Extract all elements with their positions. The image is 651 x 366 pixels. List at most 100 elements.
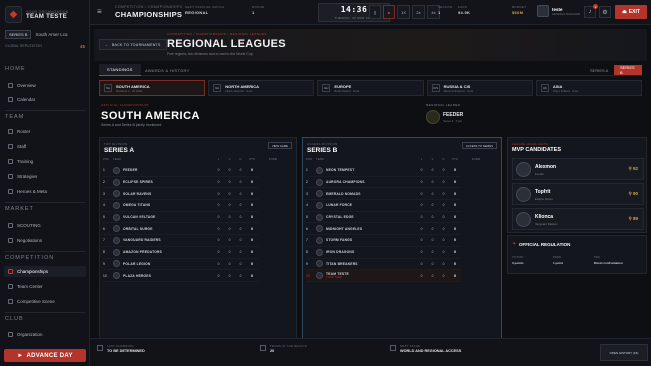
player-avatar bbox=[516, 162, 531, 177]
speed-2x-button[interactable]: 2x bbox=[412, 5, 425, 19]
table-row[interactable]: 3 SOLAR RAVENS 0 0 0 0 bbox=[103, 188, 258, 201]
losses: 0 bbox=[442, 226, 445, 231]
spotlight-title: SOUTH AMERICA bbox=[101, 110, 200, 122]
region-russia-cis[interactable]: CIS RUSSIA & CIS Moscow Express · 9 pts bbox=[426, 80, 533, 96]
table-row[interactable]: 4 OMEGA TITANS 0 0 0 0 bbox=[103, 200, 258, 212]
table-row[interactable]: 2 AURORA CHAMPIONS 0 0 0 0 bbox=[306, 177, 461, 189]
team-logo-icon bbox=[316, 213, 323, 221]
nav-overview[interactable]: Overview bbox=[4, 80, 86, 91]
team-name: MIDNIGHT ANGELES bbox=[326, 226, 363, 231]
tab-standings[interactable]: STANDINGS bbox=[99, 64, 141, 76]
team-position: 6 bbox=[103, 226, 105, 231]
bell-icon: ♪ bbox=[588, 9, 592, 15]
table-row[interactable]: 1 NEON TEMPEST 0 0 0 0 bbox=[306, 165, 461, 177]
view-game-button[interactable]: VIEW GAME bbox=[267, 142, 292, 149]
back-button[interactable]: ← BACK TO TOURNAMENTS bbox=[99, 39, 167, 50]
table-row[interactable]: 10 PLAZA HEROES 0 0 0 0 bbox=[103, 270, 258, 282]
table-row[interactable]: 8 IRON DRAGONS 0 0 0 0 bbox=[306, 247, 461, 259]
table-row[interactable]: 6 MIDNIGHT ANGELES 0 0 0 0 bbox=[306, 223, 461, 236]
table-row[interactable]: 3 EMERALD NOMADS 0 0 0 0 bbox=[306, 188, 461, 201]
table-row[interactable]: 5 VULCAN VELTAGE 0 0 0 0 bbox=[103, 212, 258, 224]
nav-training[interactable]: Training bbox=[4, 156, 86, 167]
access-series-button[interactable]: ACCESS TO SERIES bbox=[461, 142, 497, 149]
advance-label: ADVANCE DAY bbox=[26, 352, 73, 359]
team-name: LUNAR FORCE bbox=[326, 203, 353, 208]
exit-button[interactable]: ⏏ EXIT bbox=[615, 5, 647, 19]
nav-calendar[interactable]: Calendar bbox=[4, 94, 86, 105]
team-logo-icon bbox=[113, 201, 120, 209]
stat-label: ROUND bbox=[252, 5, 265, 9]
wins: 0 bbox=[228, 180, 231, 185]
table-row[interactable]: 7 STORM FANGS 0 0 0 0 bbox=[306, 235, 461, 247]
nav-label: Staff bbox=[17, 144, 27, 149]
pause-button[interactable]: ∥ bbox=[369, 5, 381, 19]
user-card[interactable]: teste GENERAL MANAGER bbox=[537, 5, 580, 17]
tab-bar: STANDINGS AWARDS & HISTORY SERIES A SERI… bbox=[99, 64, 642, 76]
gear-icon: ⚙ bbox=[602, 9, 608, 16]
nav-roster[interactable]: Roster bbox=[4, 126, 86, 137]
team-logo-icon bbox=[113, 178, 120, 186]
region-south-america[interactable]: SA SOUTH AMERICA Divisions 2 · 20 clubs bbox=[99, 80, 206, 96]
settings-button[interactable]: ⚙ bbox=[599, 6, 611, 18]
losses: 0 bbox=[442, 168, 445, 173]
points: 0 bbox=[454, 203, 456, 208]
nav-staff[interactable]: Staff bbox=[4, 141, 86, 152]
mvp-candidate[interactable]: Alexmon Feeder ⚲ 92 bbox=[512, 158, 644, 180]
open-history-button[interactable]: OPEN HISTORY (15) bbox=[600, 344, 648, 361]
budget-stat: BUDGET $60M bbox=[512, 5, 526, 15]
tab-series-b[interactable]: SERIES B bbox=[614, 65, 642, 75]
nav-competitive-scene[interactable]: Competitive Scene bbox=[4, 296, 86, 307]
region-europe[interactable]: EU EUROPE Berlin Desert · 9 pts bbox=[317, 80, 424, 96]
nav-negotiations[interactable]: Negotiations bbox=[4, 235, 86, 246]
mvp-candidate[interactable]: Topfrit Eclipse Spires ⚲ 90 bbox=[512, 183, 644, 205]
team-logo-icon bbox=[113, 260, 120, 268]
table-row[interactable]: 7 VANGUARD RAIDERS 0 0 0 0 bbox=[103, 235, 258, 247]
tab-series-a[interactable]: SERIES A bbox=[584, 65, 614, 75]
mvp-candidate[interactable]: Klionca Vanguard Raiders ⚲ 89 bbox=[512, 208, 644, 230]
played: 0 bbox=[420, 273, 423, 278]
nav-organization[interactable]: Organization bbox=[4, 329, 86, 340]
notifications-button[interactable]: ♪ 1 bbox=[584, 4, 598, 18]
nav-strategies[interactable]: Strategies bbox=[4, 171, 86, 182]
played: 0 bbox=[420, 203, 423, 208]
series-row: SERIES B South Amer Lca bbox=[5, 30, 67, 39]
points: 0 bbox=[454, 226, 456, 231]
points: 0 bbox=[454, 238, 456, 243]
table-row[interactable]: 10 TEAM TESTE YOUR TEAM 0 0 0 0 bbox=[306, 270, 461, 282]
speed-1x-button[interactable]: 1X bbox=[397, 5, 410, 19]
losses: 0 bbox=[442, 203, 445, 208]
candidate-rating: ⚲ 89 bbox=[628, 216, 638, 221]
region-north-america[interactable]: NA NORTH AMERICA Liberty Esports · 9 pts bbox=[208, 80, 315, 96]
table-row[interactable]: 6 ORBITAL SURGE 0 0 0 0 bbox=[103, 223, 258, 236]
nav-scouting[interactable]: SCOUTING bbox=[4, 220, 86, 231]
team-name: SOLAR RAVENS bbox=[123, 191, 152, 196]
team-position: 5 bbox=[103, 215, 105, 220]
play-button[interactable]: ■ bbox=[383, 5, 395, 19]
region-asia[interactable]: AS ASIA Tokyo Drifters · 9 pts bbox=[535, 80, 643, 96]
advance-day-button[interactable]: ► ADVANCE DAY bbox=[4, 349, 86, 362]
wins: 0 bbox=[431, 203, 434, 208]
table-row[interactable]: 4 LUNAR FORCE 0 0 0 0 bbox=[306, 200, 461, 212]
nav-team-center[interactable]: Team Center bbox=[4, 281, 86, 292]
brand-name: TEAM TESTE bbox=[26, 13, 68, 20]
team-name: AMAZON PREDATORS bbox=[123, 250, 162, 255]
team-name: EMERALD NOMADS bbox=[326, 191, 361, 196]
nav-label: Team Center bbox=[17, 284, 43, 289]
table-row[interactable]: 9 POLAR LEGION 0 0 0 0 bbox=[103, 259, 258, 271]
tab-awards-history[interactable]: AWARDS & HISTORY bbox=[137, 64, 198, 76]
nav-heroes-meta[interactable]: Heroes & Meta bbox=[4, 186, 86, 197]
nav-championships[interactable]: Championships bbox=[4, 266, 86, 277]
table-row[interactable]: 2 ECLIPSE SPIRES 0 0 0 0 bbox=[103, 177, 258, 189]
wins: 0 bbox=[431, 238, 434, 243]
wins: 0 bbox=[228, 203, 231, 208]
table-row[interactable]: 1 FEEDER 0 0 0 0 bbox=[103, 165, 258, 177]
section-team: TEAM bbox=[5, 114, 25, 120]
table-row[interactable]: 9 TITAN BREAKERS 0 0 0 0 bbox=[306, 259, 461, 271]
regional-leader: REGIONAL LEADER FEEDER Series A · 0 pts bbox=[426, 102, 504, 132]
table-row[interactable]: 8 AMAZON PREDATORS 0 0 0 0 bbox=[103, 247, 258, 259]
menu-icon[interactable]: ≡ bbox=[97, 8, 105, 16]
user-role: GENERAL MANAGER bbox=[552, 11, 581, 16]
table-row[interactable]: 5 CRYSTAL EDGE 0 0 0 0 bbox=[306, 212, 461, 224]
losses: 0 bbox=[442, 238, 445, 243]
candidate-rating: ⚲ 90 bbox=[628, 191, 638, 196]
